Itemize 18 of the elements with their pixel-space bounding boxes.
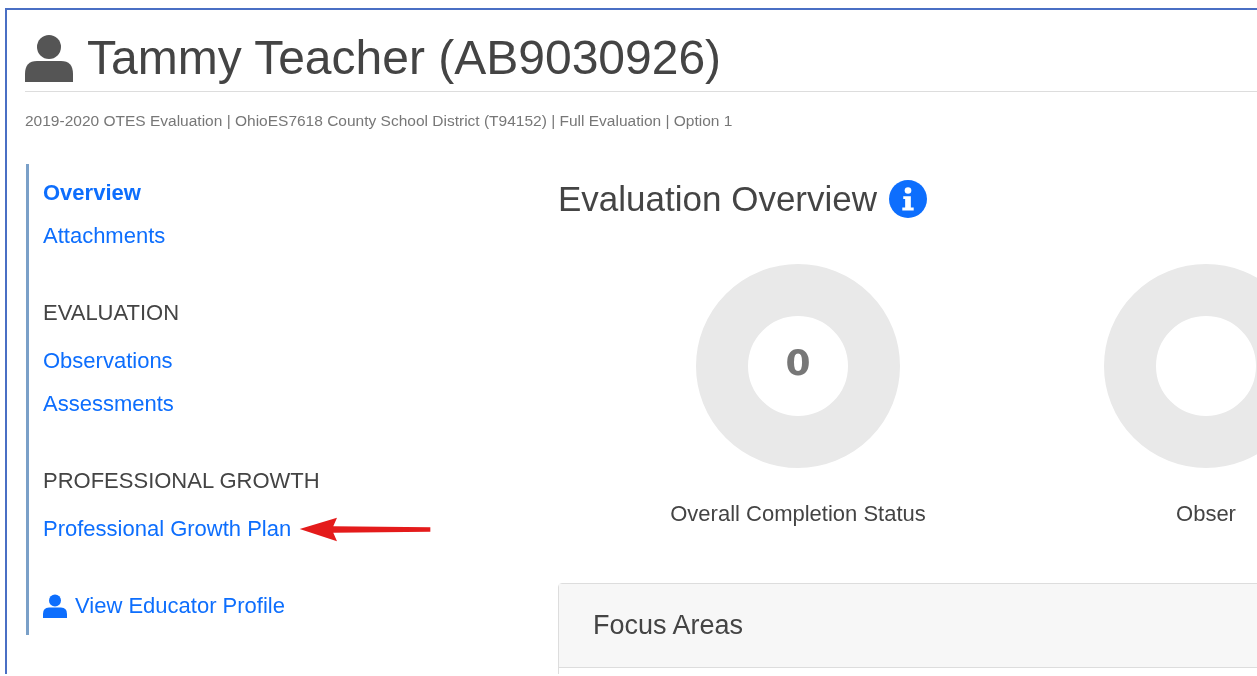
evaluation-subtitle: 2019-2020 OTES Evaluation | OhioES7618 County School District (T94152) | Full Evaluation | Option 1	[25, 112, 734, 130]
nav-link[interactable]: Professional Growth Plan	[43, 516, 292, 543]
donut-value: 0	[784, 342, 812, 383]
donut-label: Obser	[1176, 501, 1236, 527]
user-icon	[25, 32, 73, 83]
nav-link[interactable]: Observations	[43, 348, 173, 375]
nav-link[interactable]: Assessments	[43, 390, 174, 417]
info-icon[interactable]	[889, 180, 928, 218]
panel-title: Focus Areas	[593, 610, 744, 640]
page-title: Tammy Teacher (AB9030926)	[87, 30, 722, 85]
donut-label: Overall Completion Status	[670, 501, 926, 527]
nav-link[interactable]: Overview	[43, 180, 141, 207]
section-heading: PROFESSIONAL GROWTH	[43, 468, 321, 494]
nav-link[interactable]: Attachments	[43, 222, 166, 249]
section-title: Evaluation Overview	[558, 179, 878, 219]
section-heading: EVALUATION	[43, 300, 181, 326]
user-icon	[43, 593, 67, 618]
profile-link[interactable]: View Educator Profile	[75, 592, 285, 619]
